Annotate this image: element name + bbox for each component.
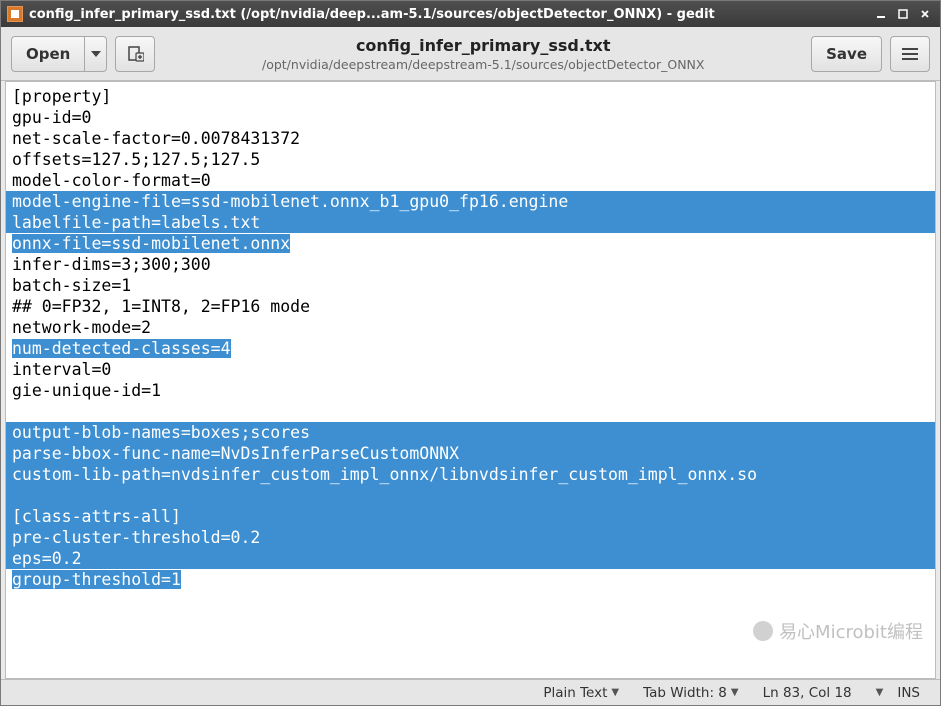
file-name: config_infer_primary_ssd.txt [163, 36, 803, 55]
chevron-down-icon: ▼ [876, 687, 884, 698]
maximize-button[interactable] [894, 6, 912, 22]
editor-line[interactable]: parse-bbox-func-name=NvDsInferParseCusto… [6, 443, 935, 464]
syntax-mode-label: Plain Text [543, 685, 607, 701]
tab-width-label: Tab Width: 8 [643, 685, 727, 701]
editor-line[interactable]: interval=0 [12, 359, 929, 380]
window-titlebar[interactable]: config_infer_primary_ssd.txt (/opt/nvidi… [1, 1, 940, 27]
editor-line[interactable]: [class-attrs-all] [6, 506, 935, 527]
window-controls [872, 6, 934, 22]
insert-mode-label: INS [897, 685, 920, 701]
open-dropdown-button[interactable] [85, 36, 107, 72]
editor-line[interactable]: model-color-format=0 [12, 170, 929, 191]
editor-line[interactable]: eps=0.2 [6, 548, 935, 569]
gedit-app-icon [7, 6, 23, 22]
editor-line[interactable]: offsets=127.5;127.5;127.5 [12, 149, 929, 170]
gedit-window: config_infer_primary_ssd.txt (/opt/nvidi… [0, 0, 941, 706]
editor-line[interactable]: group-threshold=1 [12, 569, 929, 590]
open-button[interactable]: Open [11, 36, 85, 72]
editor-line[interactable]: custom-lib-path=nvdsinfer_custom_impl_on… [6, 464, 935, 485]
editor-line[interactable] [6, 485, 935, 506]
editor-line[interactable]: infer-dims=3;300;300 [12, 254, 929, 275]
hamburger-icon [902, 48, 918, 60]
editor-line[interactable] [12, 401, 929, 422]
open-button-group: Open [11, 36, 107, 72]
editor-area[interactable]: [property]gpu-id=0net-scale-factor=0.007… [5, 81, 936, 679]
window-title: config_infer_primary_ssd.txt (/opt/nvidi… [29, 7, 872, 22]
cursor-position: Ln 83, Col 18 [751, 685, 864, 701]
editor-line[interactable]: output-blob-names=boxes;scores [6, 422, 935, 443]
chevron-down-icon: ▼ [731, 687, 739, 698]
editor-line[interactable]: gpu-id=0 [12, 107, 929, 128]
editor-line[interactable]: gie-unique-id=1 [12, 380, 929, 401]
chevron-down-icon [91, 51, 101, 57]
minimize-button[interactable] [872, 6, 890, 22]
watermark-icon [753, 621, 773, 641]
editor-line[interactable]: onnx-file=ssd-mobilenet.onnx [12, 233, 929, 254]
editor-content[interactable]: [property]gpu-id=0net-scale-factor=0.007… [6, 82, 935, 594]
status-bar: Plain Text ▼ Tab Width: 8 ▼ Ln 83, Col 1… [1, 679, 940, 705]
file-path: /opt/nvidia/deepstream/deepstream-5.1/so… [163, 57, 803, 72]
toolbar-title-area: config_infer_primary_ssd.txt /opt/nvidia… [163, 36, 803, 72]
hamburger-menu-button[interactable] [890, 36, 930, 72]
syntax-mode-selector[interactable]: Plain Text ▼ [531, 685, 631, 701]
new-document-icon [126, 45, 144, 63]
tab-width-selector[interactable]: Tab Width: 8 ▼ [631, 685, 751, 701]
editor-line[interactable]: net-scale-factor=0.0078431372 [12, 128, 929, 149]
save-button[interactable]: Save [811, 36, 882, 72]
editor-line[interactable]: num-detected-classes=4 [12, 338, 929, 359]
close-button[interactable] [916, 6, 934, 22]
editor-line[interactable]: labelfile-path=labels.txt [6, 212, 935, 233]
watermark: 易心Microbit编程 [753, 618, 923, 644]
editor-line[interactable]: batch-size=1 [12, 275, 929, 296]
chevron-down-icon: ▼ [611, 687, 619, 698]
editor-line[interactable]: pre-cluster-threshold=0.2 [6, 527, 935, 548]
editor-line[interactable]: network-mode=2 [12, 317, 929, 338]
editor-line[interactable]: ## 0=FP32, 1=INT8, 2=FP16 mode [12, 296, 929, 317]
cursor-position-label: Ln 83, Col 18 [763, 685, 852, 701]
insert-mode[interactable]: INS [885, 685, 932, 701]
header-toolbar: Open config_infer_primary_ssd.txt /opt/n… [1, 27, 940, 81]
editor-line[interactable]: [property] [12, 86, 929, 107]
watermark-text: 易心Microbit编程 [779, 618, 923, 644]
status-menu-button[interactable]: ▼ [864, 687, 886, 698]
editor-line[interactable]: model-engine-file=ssd-mobilenet.onnx_b1_… [6, 191, 935, 212]
new-document-button[interactable] [115, 36, 155, 72]
